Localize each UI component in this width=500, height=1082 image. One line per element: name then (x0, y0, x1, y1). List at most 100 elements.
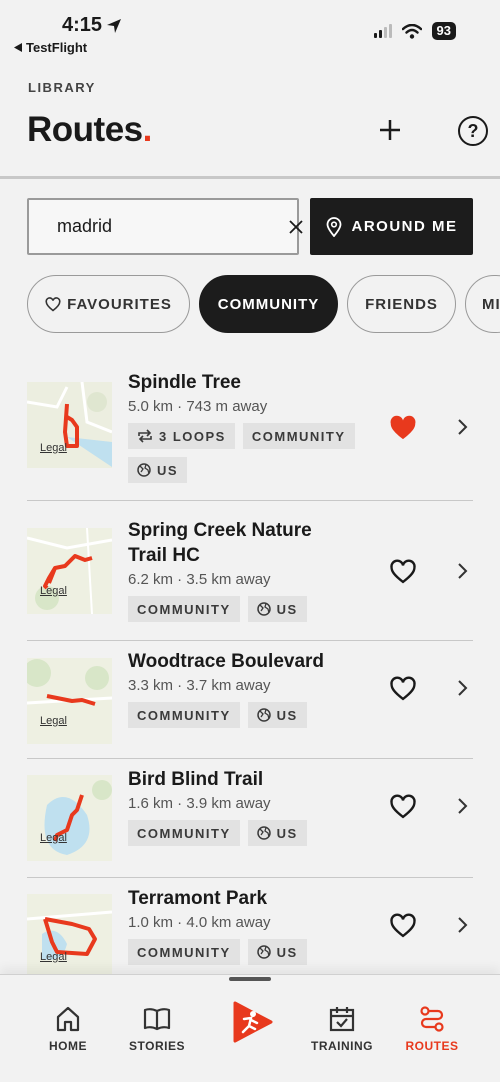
map-legal-link[interactable]: Legal (40, 585, 67, 597)
search-field[interactable] (27, 198, 303, 255)
close-icon (289, 219, 303, 234)
tag-community: COMMUNITY (128, 702, 240, 728)
chevron-right-icon[interactable] (455, 916, 469, 934)
tag-country: US (247, 939, 307, 965)
map-legal-link[interactable]: Legal (40, 951, 67, 963)
search-input[interactable] (57, 216, 289, 237)
tag-label: US (276, 707, 298, 723)
route-map-thumbnail: Legal (27, 894, 112, 980)
page-title: Routes. (27, 110, 152, 150)
route-name: Woodtrace Boulevard (128, 651, 325, 672)
map-legal-link[interactable]: Legal (40, 715, 67, 727)
heart-outline-icon[interactable] (389, 675, 417, 703)
route-name: Terramont Park (128, 888, 268, 909)
title-dot: . (142, 110, 153, 149)
list-item[interactable]: Legal Woodtrace Boulevard 3.3 km · 3.7 k… (27, 641, 473, 759)
section-label: LIBRARY (28, 80, 96, 95)
route-distance: 1.6 km · 3.9 km away (128, 795, 271, 812)
plus-icon (380, 120, 400, 140)
chip-label: FRIENDS (365, 295, 438, 313)
chevron-right-icon[interactable] (455, 562, 469, 580)
location-arrow-icon (107, 18, 122, 33)
route-map-thumbnail: Legal (27, 775, 112, 861)
nav-home[interactable]: HOME (28, 1005, 108, 1053)
list-item[interactable]: Legal Bird Blind Trail 1.6 km · 3.9 km a… (27, 759, 473, 878)
help-button[interactable]: ? (458, 116, 488, 146)
nav-training[interactable]: TRAINING (302, 1005, 382, 1053)
globe-icon (256, 945, 271, 959)
tag-loops: 3 LOOPS (128, 423, 235, 449)
route-map-thumbnail: Legal (27, 528, 112, 614)
chip-more[interactable]: MI (465, 275, 500, 333)
wifi-icon (401, 23, 422, 39)
heart-outline-icon[interactable] (389, 558, 417, 586)
chevron-right-icon[interactable] (455, 418, 469, 436)
nav-label: STORIES (129, 1039, 185, 1053)
chevron-right-icon[interactable] (455, 679, 469, 697)
around-me-button[interactable]: AROUND ME (310, 198, 473, 255)
route-distance: 3.3 km · 3.7 km away (128, 677, 271, 694)
loop-arrows-icon (138, 429, 152, 443)
tag-community: COMMUNITY (128, 939, 240, 965)
tag-community: COMMUNITY (128, 596, 240, 622)
tag-label: 3 LOOPS (159, 428, 226, 444)
header-divider (0, 176, 500, 179)
chip-friends[interactable]: FRIENDS (347, 275, 456, 333)
chip-label: COMMUNITY (217, 295, 320, 313)
time-text: 4:15 (62, 14, 103, 36)
tag-country: US (247, 820, 307, 846)
status-indicators: 93 (373, 22, 456, 40)
bottom-navigation: HOME STORIES TRAINING ROUTES (0, 974, 500, 1082)
book-icon (143, 1008, 171, 1031)
list-item[interactable]: Legal Spindle Tree 5.0 km · 743 m away 3… (27, 352, 473, 501)
clear-search-button[interactable] (289, 217, 303, 237)
tag-label: COMMUNITY (137, 825, 231, 841)
tag-label: US (276, 825, 298, 841)
heart-filled-icon[interactable] (389, 414, 417, 442)
chevron-right-icon[interactable] (455, 797, 469, 815)
route-map-thumbnail: Legal (27, 382, 112, 468)
map-legal-link[interactable]: Legal (40, 832, 67, 844)
tag-label: US (157, 462, 179, 478)
chip-favourites[interactable]: FAVOURITES (27, 275, 190, 333)
start-run-logo-icon[interactable] (231, 999, 273, 1045)
route-info: Spring Creek Nature Trail HC 6.2 km · 3.… (128, 518, 388, 622)
back-app-label: TestFlight (26, 40, 88, 55)
tag-label: COMMUNITY (137, 707, 231, 723)
tag-label: US (276, 944, 298, 960)
back-to-app-link[interactable]: TestFlight (14, 40, 87, 55)
chip-community[interactable]: COMMUNITY (199, 275, 338, 333)
nav-label: TRAINING (311, 1039, 373, 1053)
route-info: Woodtrace Boulevard 3.3 km · 3.7 km away… (128, 649, 388, 728)
route-name: Spring Creek Nature Trail HC (128, 520, 312, 566)
list-item[interactable]: Legal Spring Creek Nature Trail HC 6.2 k… (27, 501, 473, 641)
route-icon (420, 1006, 444, 1032)
question-mark-icon: ? (467, 120, 479, 141)
globe-icon (256, 602, 271, 616)
filter-chips: FAVOURITES COMMUNITY FRIENDS MI (27, 275, 500, 333)
drawer-handle[interactable] (229, 977, 271, 981)
route-distance: 6.2 km · 3.5 km away (128, 571, 271, 588)
globe-icon (256, 708, 271, 722)
route-tags: 3 LOOPS COMMUNITY US (128, 423, 388, 483)
tag-community: COMMUNITY (128, 820, 240, 846)
home-icon (56, 1006, 80, 1032)
nav-routes[interactable]: ROUTES (392, 1005, 472, 1053)
calendar-check-icon (329, 1007, 355, 1032)
route-map-thumbnail: Legal (27, 658, 112, 744)
tag-label: US (276, 601, 298, 617)
tag-label: COMMUNITY (251, 428, 346, 444)
battery-indicator: 93 (431, 22, 456, 40)
map-legal-link[interactable]: Legal (40, 442, 67, 454)
chip-label: FAVOURITES (67, 295, 172, 313)
tag-community: COMMUNITY (242, 423, 355, 449)
heart-outline-icon[interactable] (389, 912, 417, 940)
nav-stories[interactable]: STORIES (117, 1005, 197, 1053)
location-pin-icon (326, 216, 341, 237)
route-tags: COMMUNITY US (128, 702, 388, 728)
globe-icon (137, 463, 151, 477)
add-route-button[interactable] (374, 114, 406, 146)
heart-outline-icon[interactable] (389, 793, 417, 821)
tag-country: US (247, 596, 307, 622)
route-info: Spindle Tree 5.0 km · 743 m away 3 LOOPS… (128, 370, 388, 483)
